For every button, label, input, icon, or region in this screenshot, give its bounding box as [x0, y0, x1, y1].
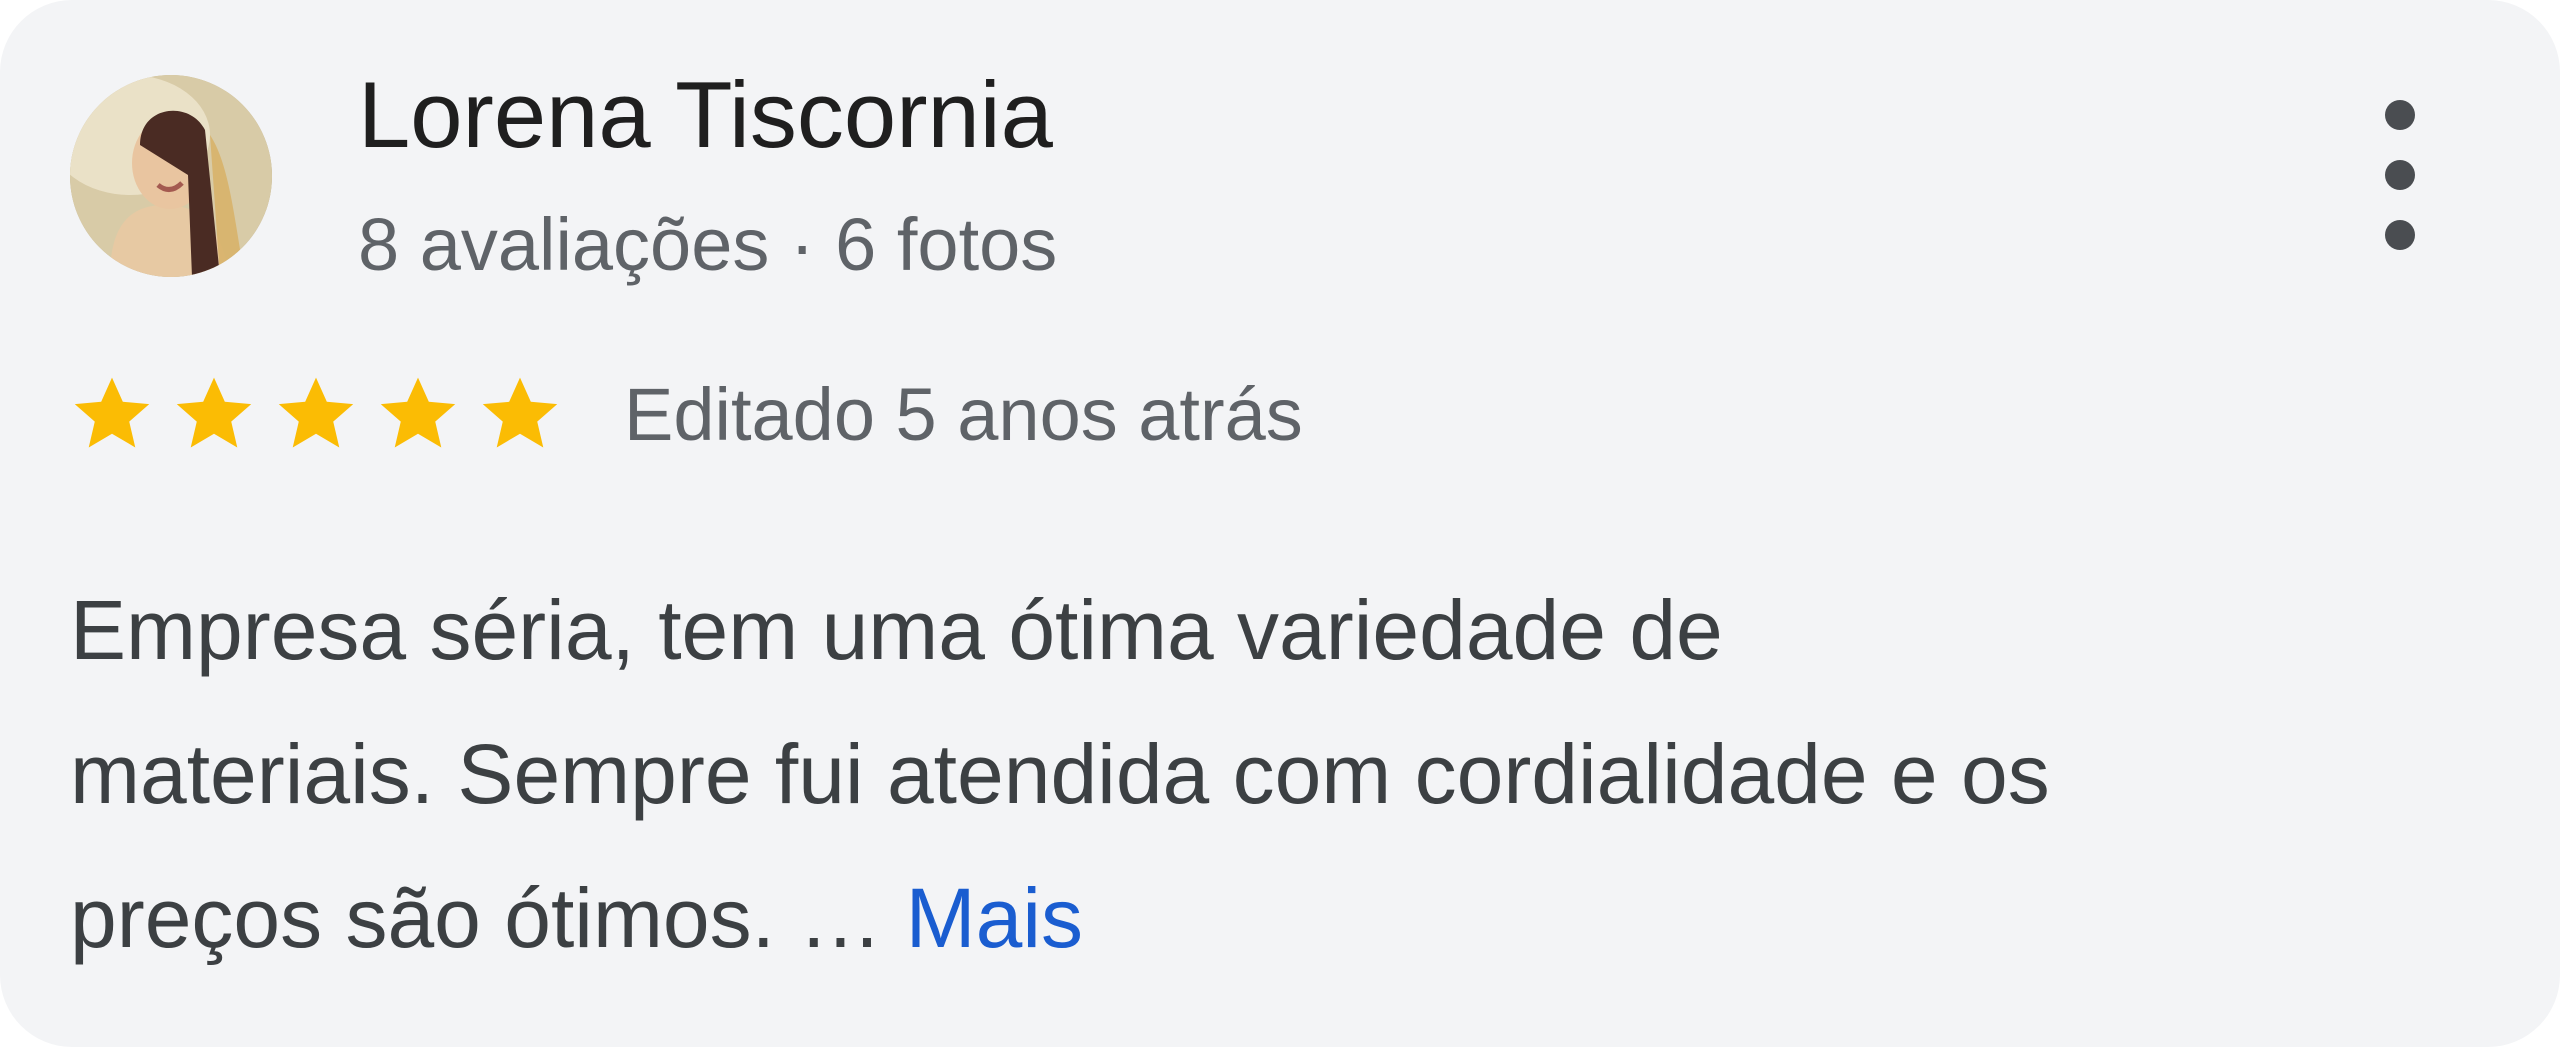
- review-text-line: Empresa séria, tem uma ótima variedade d…: [70, 583, 1723, 677]
- more-vert-icon-dot: [2385, 220, 2415, 250]
- more-vert-icon: [2385, 100, 2415, 130]
- reviewer-meta: 8 avaliações · 6 fotos: [358, 203, 1058, 286]
- review-card: Lorena Tiscornia 8 avaliações · 6 fotos …: [0, 0, 2560, 1047]
- star-icon: [170, 371, 258, 459]
- star-icon: [68, 371, 156, 459]
- rating-row: Editado 5 anos atrás: [68, 360, 1303, 470]
- review-text-line: preços são ótimos. … Mais: [70, 846, 2490, 990]
- star-icon: [272, 371, 360, 459]
- review-text-line-content: preços são ótimos. …: [70, 871, 906, 965]
- star-rating: [68, 371, 564, 459]
- reviewer-avatar[interactable]: [70, 75, 272, 277]
- review-text: Empresa séria, tem uma ótima variedade d…: [70, 558, 2490, 990]
- more-link[interactable]: Mais: [906, 871, 1083, 965]
- reviewer-name[interactable]: Lorena Tiscornia: [358, 60, 1053, 170]
- star-icon: [476, 371, 564, 459]
- edited-time: Editado 5 anos atrás: [624, 373, 1303, 456]
- review-text-line: materiais. Sempre fui atendida com cordi…: [70, 727, 2050, 821]
- avatar-photo-image: [70, 75, 272, 277]
- more-options-button[interactable]: [2360, 100, 2440, 250]
- more-vert-icon-dot: [2385, 160, 2415, 190]
- star-icon: [374, 371, 462, 459]
